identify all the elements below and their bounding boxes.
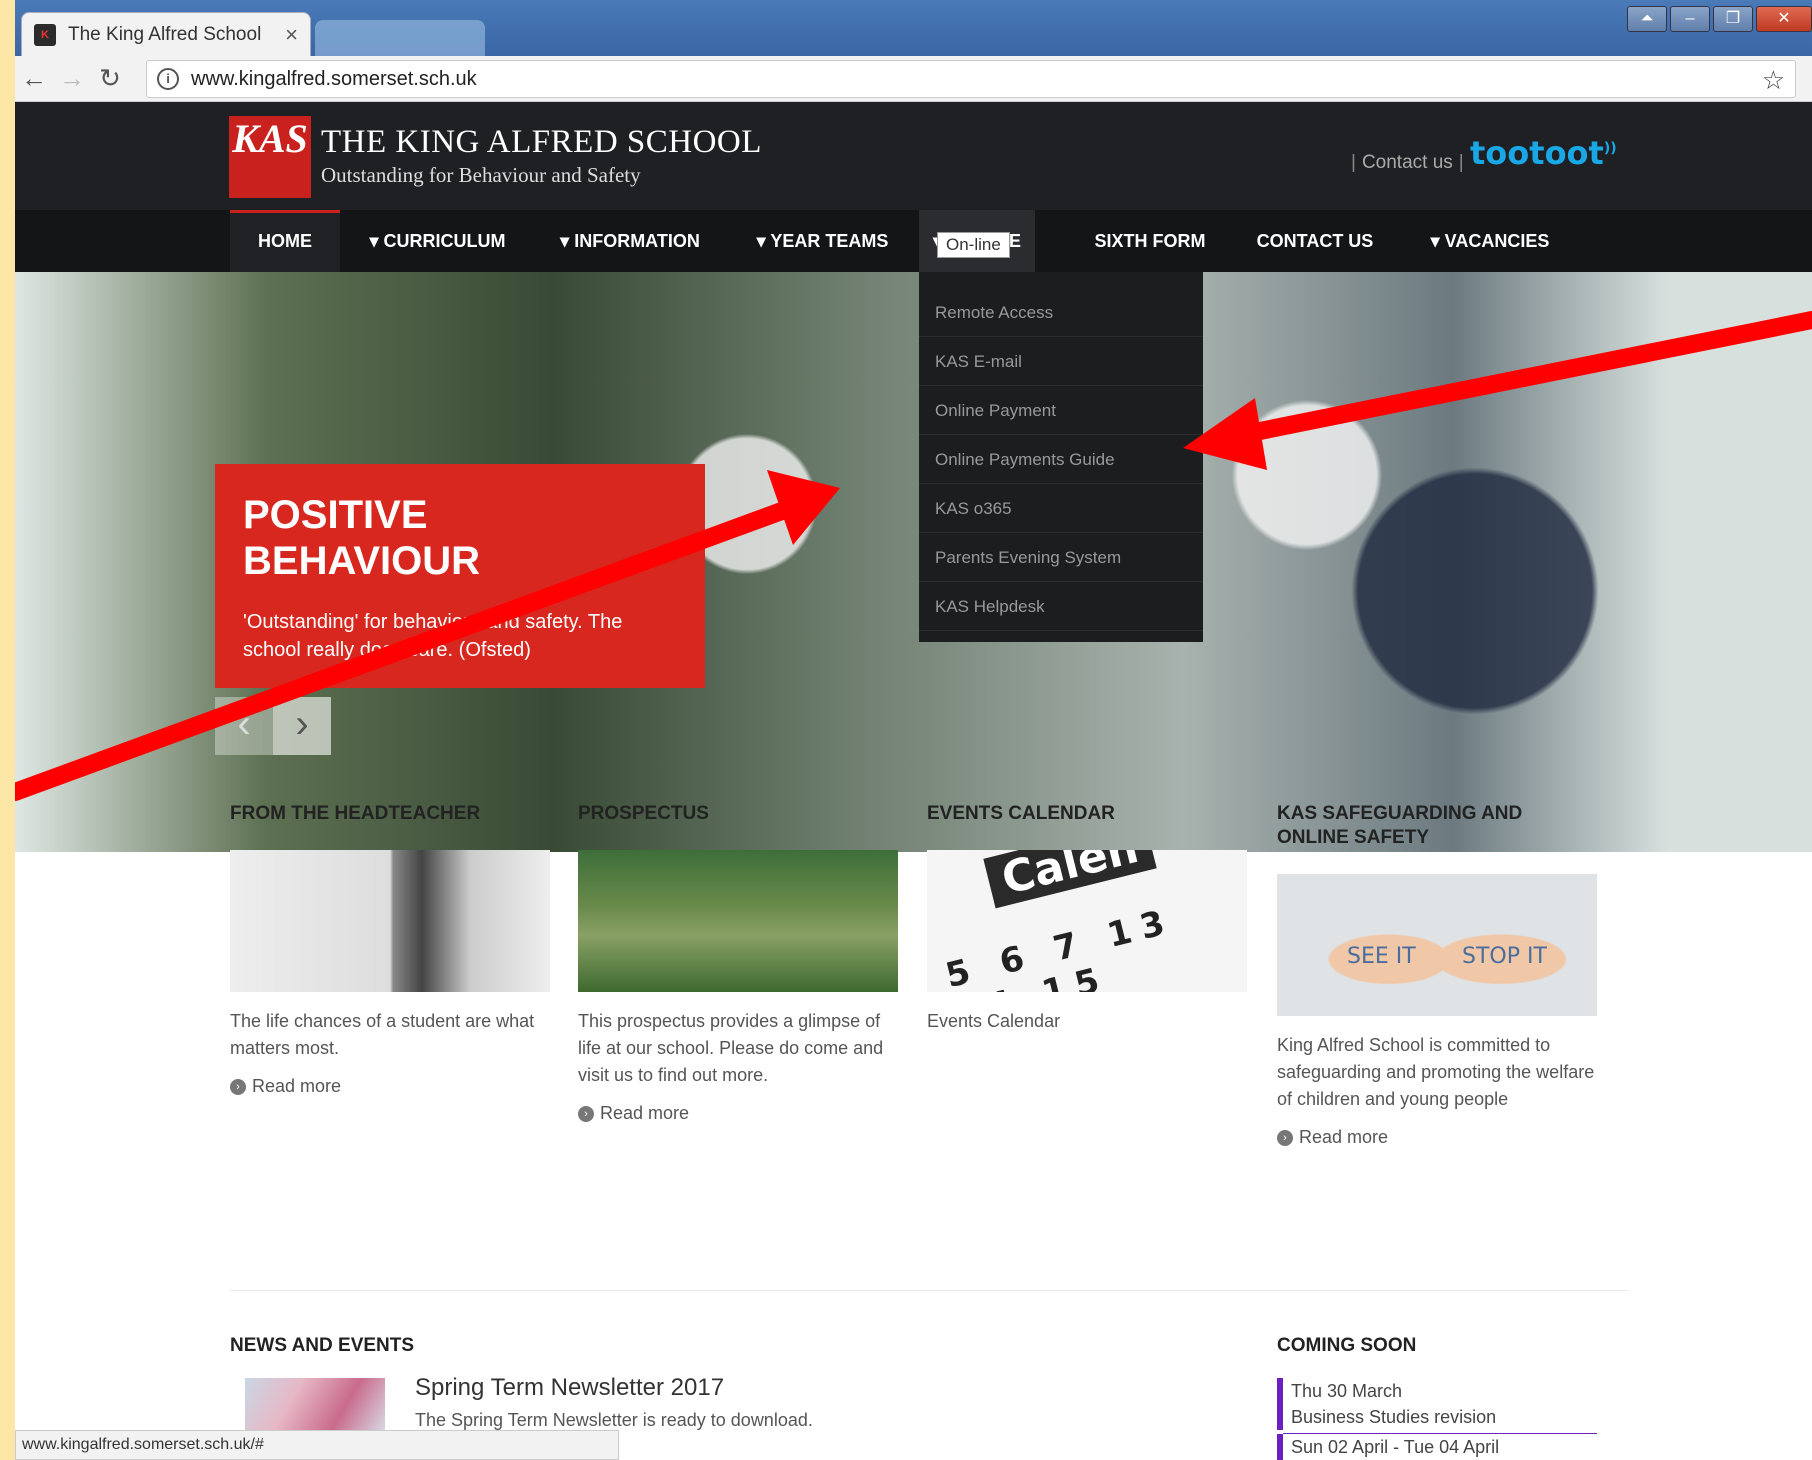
hero-text: 'Outstanding' for behaviour and safety. … [243,611,623,661]
section-divider [230,1290,1628,1291]
school-tagline: Outstanding for Behaviour and Safety [321,163,641,187]
nav-sixth-form[interactable]: SIXTH FORM [1070,210,1230,272]
arrow-circle-icon: › [1277,1129,1293,1146]
nav-home[interactable]: HOME [230,210,340,272]
tab-title: The King Alfred School [68,23,262,45]
main-nav: HOME ▾ CURRICULUM ▾ INFORMATION ▾ YEAR T… [15,210,1812,272]
brand: THE KING ALFRED SCHOOL Outstanding for B… [321,124,762,188]
browser-window: K The King Alfred School × ⏶ – ❐ ✕ ← → ↻… [15,0,1812,1460]
slider-next-icon[interactable]: › [273,697,331,755]
nav-curriculum[interactable]: ▾ CURRICULUM [350,210,525,272]
news-title[interactable]: Spring Term Newsletter 2017 [415,1374,724,1402]
contact-us-link[interactable]: Contact us [1362,152,1453,173]
minimize-icon[interactable]: – [1670,6,1710,32]
calendar-image[interactable]: Calen 5 6 7 13 14 15 [927,850,1247,992]
tab-inactive[interactable] [315,20,485,56]
close-window-icon[interactable]: ✕ [1756,6,1812,32]
headteacher-photo[interactable] [230,850,550,992]
prospectus-photo[interactable] [578,850,898,992]
column-text: This prospectus provides a glimpse of li… [578,1011,884,1085]
info-icon[interactable]: i [157,68,179,90]
menu-item-kas-helpdesk[interactable]: KAS Helpdesk [919,582,1203,631]
slider-prev-icon[interactable]: ‹ [215,697,273,755]
tootoot-logo[interactable]: tootoot)) [1470,134,1617,172]
site-header: KAS THE KING ALFRED SCHOOL Outstanding f… [15,102,1812,210]
hero-title: POSITIVE BEHAVIOUR [243,493,481,583]
read-more-link[interactable]: › Read more [578,1103,898,1124]
column-text: The life chances of a student are what m… [230,1011,535,1058]
column-headteacher: FROM THE HEADTEACHER The life chances of… [230,802,550,1097]
arrow-circle-icon: › [578,1105,594,1122]
back-icon[interactable]: ← [15,63,53,94]
hero-caption: POSITIVE BEHAVIOUR 'Outstanding' for beh… [215,464,705,688]
safeguarding-image[interactable]: SEE IT STOP IT [1277,874,1597,1016]
news-heading: NEWS AND EVENTS [230,1335,415,1356]
event-title: Business Studies revision [1291,1407,1497,1427]
reload-icon[interactable]: ↻ [91,63,129,94]
school-logo[interactable]: KAS [229,116,311,198]
column-heading: KAS SAFEGUARDING AND ONLINE SAFETY [1277,803,1523,848]
header-links: | Contact us | [1351,152,1464,173]
favicon-icon: K [34,23,56,46]
menu-item-online-payments-guide[interactable]: Online Payments Guide [919,435,1203,484]
address-bar[interactable]: i www.kingalfred.somerset.sch.uk ☆ [146,60,1796,98]
online-dropdown-menu: Remote Access KAS E-mail Online Payment … [919,272,1203,642]
tab-active[interactable]: K The King Alfred School × [21,12,311,56]
nav-vacancies[interactable]: ▾ VACANCIES [1415,210,1565,272]
school-name[interactable]: THE KING ALFRED SCHOOL [321,124,762,161]
menu-item-remote-access[interactable]: Remote Access [919,288,1203,337]
status-bar: www.kingalfred.somerset.sch.uk/# [15,1430,619,1460]
menu-item-kas-email[interactable]: KAS E-mail [919,337,1203,386]
url-text: www.kingalfred.somerset.sch.uk [191,67,477,90]
news-thumbnail[interactable] [245,1378,385,1438]
address-toolbar: ← → ↻ i www.kingalfred.somerset.sch.uk ☆… [15,56,1812,102]
event-item[interactable]: Thu 30 March Business Studies revision [1277,1378,1597,1430]
read-more-link[interactable]: › Read more [1277,1127,1597,1148]
tab-close-icon[interactable]: × [285,22,298,48]
nav-information[interactable]: ▾ INFORMATION [535,210,725,272]
hero-slider: POSITIVE BEHAVIOUR 'Outstanding' for beh… [15,272,1812,852]
menu-item-kas-o365[interactable]: KAS o365 [919,484,1203,533]
webpage: KAS THE KING ALFRED SCHOOL Outstanding f… [15,102,1812,1460]
column-text: King Alfred School is committed to safeg… [1277,1035,1595,1109]
menu-icon[interactable]: ⋮ [1805,63,1812,89]
read-more-link[interactable]: › Read more [230,1076,550,1097]
window-controls: ⏶ – ❐ ✕ [1627,6,1812,32]
event-item[interactable]: Sun 02 April - Tue 04 April [1277,1434,1597,1460]
event-date: Thu 30 March [1291,1381,1403,1401]
tooltip: On-line [937,232,1010,258]
column-heading: EVENTS CALENDAR [927,803,1115,824]
arrow-circle-icon: › [230,1078,246,1095]
nav-year-teams[interactable]: ▾ YEAR TEAMS [730,210,915,272]
tab-strip: K The King Alfred School × ⏶ – ❐ ✕ [15,0,1812,56]
column-heading: PROSPECTUS [578,803,709,824]
menu-item-parents-evening[interactable]: Parents Evening System [919,533,1203,582]
event-date: Sun 02 April - Tue 04 April [1291,1437,1500,1457]
column-prospectus: PROSPECTUS This prospectus provides a gl… [578,802,898,1124]
column-safeguarding: KAS SAFEGUARDING AND ONLINE SAFETY SEE I… [1277,802,1597,1148]
column-events-calendar: EVENTS CALENDAR Calen 5 6 7 13 14 15 Eve… [927,802,1247,1035]
nav-contact-us[interactable]: CONTACT US [1240,210,1390,272]
restore-icon[interactable]: ❐ [1713,6,1753,32]
star-icon[interactable]: ☆ [1762,65,1785,96]
forward-icon[interactable]: → [53,63,91,94]
column-heading: FROM THE HEADTEACHER [230,803,481,824]
menu-item-online-payment[interactable]: Online Payment [919,386,1203,435]
coming-soon-heading: COMING SOON [1277,1335,1417,1356]
news-text: The Spring Term Newsletter is ready to d… [415,1410,813,1430]
column-text[interactable]: Events Calendar [927,1008,1247,1035]
user-icon[interactable]: ⏶ [1627,6,1667,32]
